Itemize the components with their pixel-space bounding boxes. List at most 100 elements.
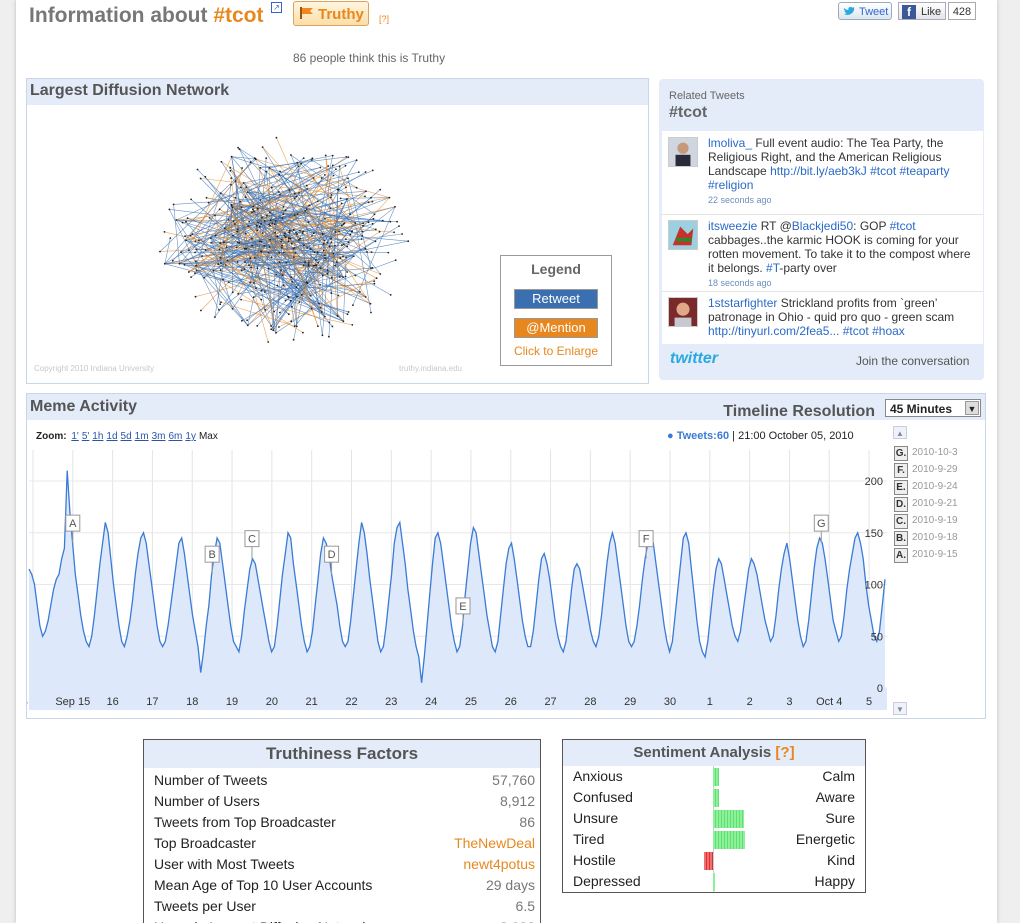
- timeline-resolution-select[interactable]: 45 Minutes ▼: [885, 399, 981, 417]
- avatar[interactable]: [668, 297, 698, 327]
- scroll-up-button[interactable]: ▲: [893, 426, 907, 439]
- x-tick-label: 18: [186, 696, 198, 708]
- page-title: Information about #tcot: [29, 4, 264, 28]
- avatar[interactable]: [668, 220, 698, 250]
- event-marker-label: F: [643, 534, 650, 546]
- info-separator: |: [729, 430, 739, 442]
- tweet-item: 1ststarfighter Strickland profits from `…: [662, 291, 983, 343]
- event-item[interactable]: E. 2010-9-24: [894, 480, 984, 497]
- event-id: G.: [894, 446, 908, 461]
- related-title: #tcot: [669, 104, 708, 121]
- event-date: 2010-9-24: [912, 481, 958, 492]
- x-tick-label: 4: [27, 696, 28, 708]
- avatar[interactable]: [668, 137, 698, 167]
- meme-header: Meme Activity Timeline Resolution 45 Min…: [27, 394, 985, 420]
- event-date: 2010-9-15: [912, 549, 958, 560]
- mention-link[interactable]: Blackjedi50: [792, 219, 853, 233]
- tweet-user-link[interactable]: itsweezie: [708, 219, 757, 233]
- sentiment-bar: [713, 831, 746, 849]
- zoom-controls: Zoom: 1' 5' 1h 1d 5d 1m 3m 6m 1y Max: [36, 431, 218, 442]
- x-tick-label: 2: [747, 696, 753, 708]
- twitter-logo[interactable]: twitter: [670, 350, 718, 368]
- sentiment-header: Sentiment Analysis [?]: [563, 740, 865, 766]
- zoom-1h[interactable]: 1h: [92, 431, 103, 442]
- hashtag-link[interactable]: #T: [766, 261, 779, 275]
- sentiment-left-label: Hostile: [573, 852, 616, 868]
- diffusion-network-panel: Largest Diffusion Network Copyright 2010…: [26, 78, 649, 384]
- sentiment-row: Unsure Sure: [563, 808, 865, 829]
- x-tick-label: 22: [345, 696, 357, 708]
- tweet-url-link[interactable]: http://tinyurl.com/2fea5...: [708, 324, 839, 338]
- tweet-user-link[interactable]: lmoliva_: [708, 136, 752, 150]
- timeline-timestamp: 21:00 October 05, 2010: [738, 430, 854, 442]
- sentiment-right-label: Energetic: [795, 831, 855, 847]
- zoom-1m[interactable]: 1m: [135, 431, 149, 442]
- factor-label: Tweets per User: [154, 898, 256, 914]
- timeline-info: ● Tweets:60 | 21:00 October 05, 2010: [667, 430, 854, 442]
- enlarge-link[interactable]: Click to Enlarge: [501, 344, 611, 358]
- hashtag-link[interactable]: #tcot: [890, 219, 916, 233]
- diffusion-network-graph[interactable]: [137, 124, 437, 369]
- sentiment-row: Tired Energetic: [563, 829, 865, 850]
- sentiment-left-label: Depressed: [573, 873, 641, 889]
- facebook-like-button[interactable]: f Like: [898, 2, 946, 20]
- sentiment-right-label: Sure: [825, 810, 855, 826]
- event-item[interactable]: F. 2010-9-29: [894, 463, 984, 480]
- truthy-help-link[interactable]: [?]: [379, 14, 389, 24]
- legend-mention: @Mention: [514, 318, 598, 338]
- facebook-icon: f: [902, 5, 916, 19]
- like-button-label: Like: [921, 6, 942, 18]
- zoom-6m[interactable]: 6m: [168, 431, 182, 442]
- event-marker-label: D: [328, 549, 336, 561]
- event-date: 2010-9-18: [912, 532, 958, 543]
- series-area: [29, 470, 885, 688]
- y-tick-label: 50: [871, 631, 883, 643]
- meme-activity-chart[interactable]: 4Sep 15161718192021222324252627282930123…: [27, 448, 887, 716]
- sentiment-rows: Anxious Calm Confused Aware Unsure Sure Tired E…: [563, 766, 865, 892]
- hashtag-link[interactable]: #tcot: [213, 4, 263, 27]
- x-tick-label: 25: [465, 696, 477, 708]
- meme-activity-panel: Meme Activity Timeline Resolution 45 Min…: [26, 393, 986, 719]
- event-item[interactable]: B. 2010-9-18: [894, 531, 984, 548]
- tweet-hashtags[interactable]: #tcot #hoax: [839, 324, 905, 338]
- truthy-button[interactable]: Truthy: [293, 1, 369, 26]
- zoom-1y[interactable]: 1y: [185, 431, 196, 442]
- factor-value[interactable]: TheNewDeal: [454, 833, 535, 854]
- event-item[interactable]: G. 2010-10-3: [894, 446, 984, 463]
- sentiment-row: Confused Aware: [563, 787, 865, 808]
- external-link-icon[interactable]: ↗: [271, 2, 282, 13]
- scroll-down-button[interactable]: ▼: [893, 702, 907, 715]
- sentiment-left-label: Unsure: [573, 810, 619, 826]
- factor-value[interactable]: newt4potus: [463, 854, 535, 875]
- x-tick-label: 5: [866, 696, 872, 708]
- tweet-url-link[interactable]: http://bit.ly/aeb3kJ: [770, 164, 867, 178]
- truthiness-row: Users in Largest Diffusion Network 3,088: [144, 917, 540, 923]
- zoom-1min[interactable]: 1': [71, 431, 78, 442]
- tweet-button[interactable]: Tweet: [838, 2, 892, 20]
- zoom-3m[interactable]: 3m: [152, 431, 166, 442]
- tweet-user-link[interactable]: 1ststarfighter: [708, 296, 777, 310]
- x-tick-label: 24: [425, 696, 437, 708]
- sentiment-help-link[interactable]: [?]: [775, 744, 794, 761]
- x-tick-label: 30: [664, 696, 676, 708]
- page: Information about #tcot ↗ Truthy [?] 86 …: [16, 0, 997, 923]
- sentiment-row: Depressed Happy: [563, 871, 865, 892]
- meme-title: Meme Activity: [30, 398, 137, 415]
- event-item[interactable]: A. 2010-9-15: [894, 548, 984, 565]
- y-tick-label: 100: [865, 580, 883, 592]
- event-date: 2010-9-19: [912, 515, 958, 526]
- sentiment-row: Anxious Calm: [563, 766, 865, 787]
- zoom-5d[interactable]: 5d: [121, 431, 132, 442]
- sentiment-analysis-panel: Sentiment Analysis [?] Anxious Calm Confus…: [562, 739, 866, 893]
- legend-title: Legend: [531, 261, 581, 277]
- network-legend[interactable]: Legend Retweet @Mention Click to Enlarge: [500, 255, 612, 366]
- event-item[interactable]: C. 2010-9-19: [894, 514, 984, 531]
- x-tick-label: 3: [786, 696, 792, 708]
- x-tick-label: 16: [106, 696, 118, 708]
- zoom-1d[interactable]: 1d: [106, 431, 117, 442]
- event-item[interactable]: D. 2010-9-21: [894, 497, 984, 514]
- event-date: 2010-10-3: [912, 447, 958, 458]
- join-conversation-link[interactable]: Join the conversation: [856, 354, 969, 368]
- y-tick-label: 0: [877, 683, 883, 695]
- zoom-5min[interactable]: 5': [82, 431, 89, 442]
